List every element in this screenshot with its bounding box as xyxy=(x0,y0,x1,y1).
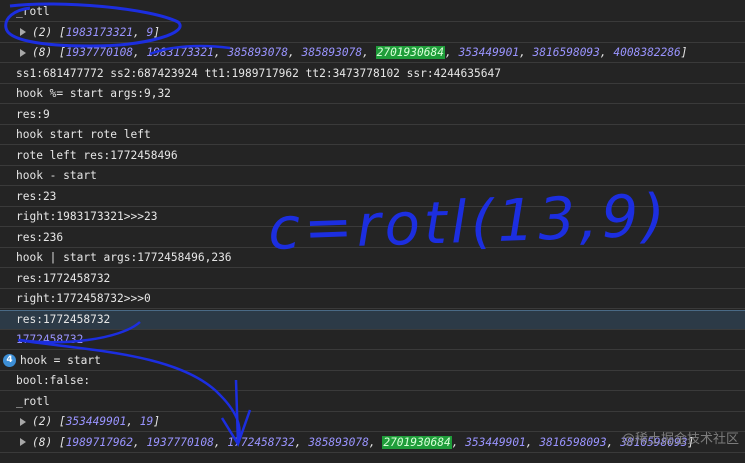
array-value: 1983173321 xyxy=(146,46,214,59)
console-log-text: res:236 xyxy=(16,230,64,244)
console-log-text: res:1772458732 xyxy=(16,271,111,285)
array-preview[interactable]: (8) [1937770108, 1983173321, 385893078, … xyxy=(32,46,688,59)
array-value: 353449901 xyxy=(458,46,520,59)
repeat-count-badge: 4 xyxy=(3,353,16,367)
console-log-text: _rotl xyxy=(16,394,50,408)
array-value: 1983173321 xyxy=(65,25,134,39)
console-row: bool:false: xyxy=(0,371,745,391)
console-row: hook %= start args:9,32 xyxy=(0,84,745,104)
array-count: (2) [ xyxy=(32,415,66,428)
array-count: (8) [ xyxy=(32,46,66,59)
console-row[interactable]: (2) [1983173321, 9] xyxy=(0,23,745,43)
array-value: 1937770108 xyxy=(65,46,134,59)
console-row[interactable]: (8) [1937770108, 1983173321, 385893078, … xyxy=(0,43,745,63)
array-preview[interactable]: (2) [353449901, 19] xyxy=(32,415,160,428)
console-log-text: ss1:681477772 ss2:687423924 tt1:19897179… xyxy=(16,66,501,80)
console-row: res:9 xyxy=(0,105,745,125)
console-log-text: hook start rote left xyxy=(16,128,151,141)
expand-triangle-icon[interactable] xyxy=(20,48,26,57)
console-log-text: hook - start xyxy=(16,169,97,182)
array-value: 385893078 xyxy=(227,46,288,59)
console-log-text: right:1983173321>>>23 xyxy=(16,210,158,223)
console-return-value: 1772458732 xyxy=(16,333,84,346)
handwritten-annotation: c=rotl(13,9) xyxy=(266,181,671,263)
array-value: 9 xyxy=(146,25,154,39)
console-log-text: rote left res:1772458496 xyxy=(16,148,178,162)
console-log-text: hook %= start args:9,32 xyxy=(16,87,171,100)
watermark-text: @稀土掘金技术社区 xyxy=(621,432,739,447)
array-value: 385893078 xyxy=(301,46,363,59)
console-row: 1772458732 xyxy=(0,330,745,350)
console-log-text: _rotl xyxy=(16,5,50,18)
console-log-text: right:1772458732>>>0 xyxy=(16,292,151,305)
array-value: 1937770108 xyxy=(146,435,214,449)
console-row: res:1772458732 xyxy=(0,269,745,289)
console-row: _rotl xyxy=(0,2,745,22)
array-value: 2701930684 xyxy=(375,46,445,59)
array-value: 4008382286 xyxy=(613,46,681,59)
array-value: 353449901 xyxy=(65,415,127,428)
console-log-text: hook = start xyxy=(20,353,101,367)
console-log-text: hook | start args:1772458496,236 xyxy=(16,251,232,264)
array-value: 19 xyxy=(139,415,154,428)
array-preview[interactable]: (8) [1989717962, 1937770108, 1772458732,… xyxy=(32,435,694,449)
array-value: 1772458732 xyxy=(227,435,295,449)
array-preview[interactable]: (2) [1983173321, 9] xyxy=(32,26,160,39)
array-count: (8) [ xyxy=(32,435,66,449)
console-log-text: bool:false: xyxy=(16,374,91,387)
array-value: 3816598093 xyxy=(539,435,607,449)
array-count: (2) [ xyxy=(32,25,66,39)
array-value: 353449901 xyxy=(465,435,526,449)
array-value: 385893078 xyxy=(308,435,369,449)
console-row: hook start rote left xyxy=(0,125,745,145)
expand-triangle-icon[interactable] xyxy=(20,417,26,426)
array-value: 2701930684 xyxy=(382,435,452,449)
console-row: 4 hook = start xyxy=(0,351,745,371)
console-row: ss1:681477772 ss2:687423924 tt1:19897179… xyxy=(0,64,745,84)
console-log-text: res:1772458732 xyxy=(16,313,111,326)
console-row: _rotl xyxy=(0,392,745,412)
array-value: 3816598093 xyxy=(532,46,600,59)
console-log-text: res:9 xyxy=(16,107,50,121)
expand-triangle-icon[interactable] xyxy=(20,438,26,446)
console-log-text: res:23 xyxy=(16,189,57,203)
console-row: rote left res:1772458496 xyxy=(0,146,745,166)
console-row: res:1772458732 xyxy=(0,309,745,330)
array-value: 1989717962 xyxy=(65,435,134,449)
console-row: right:1772458732>>>0 xyxy=(0,289,745,309)
expand-triangle-icon[interactable] xyxy=(20,28,26,36)
